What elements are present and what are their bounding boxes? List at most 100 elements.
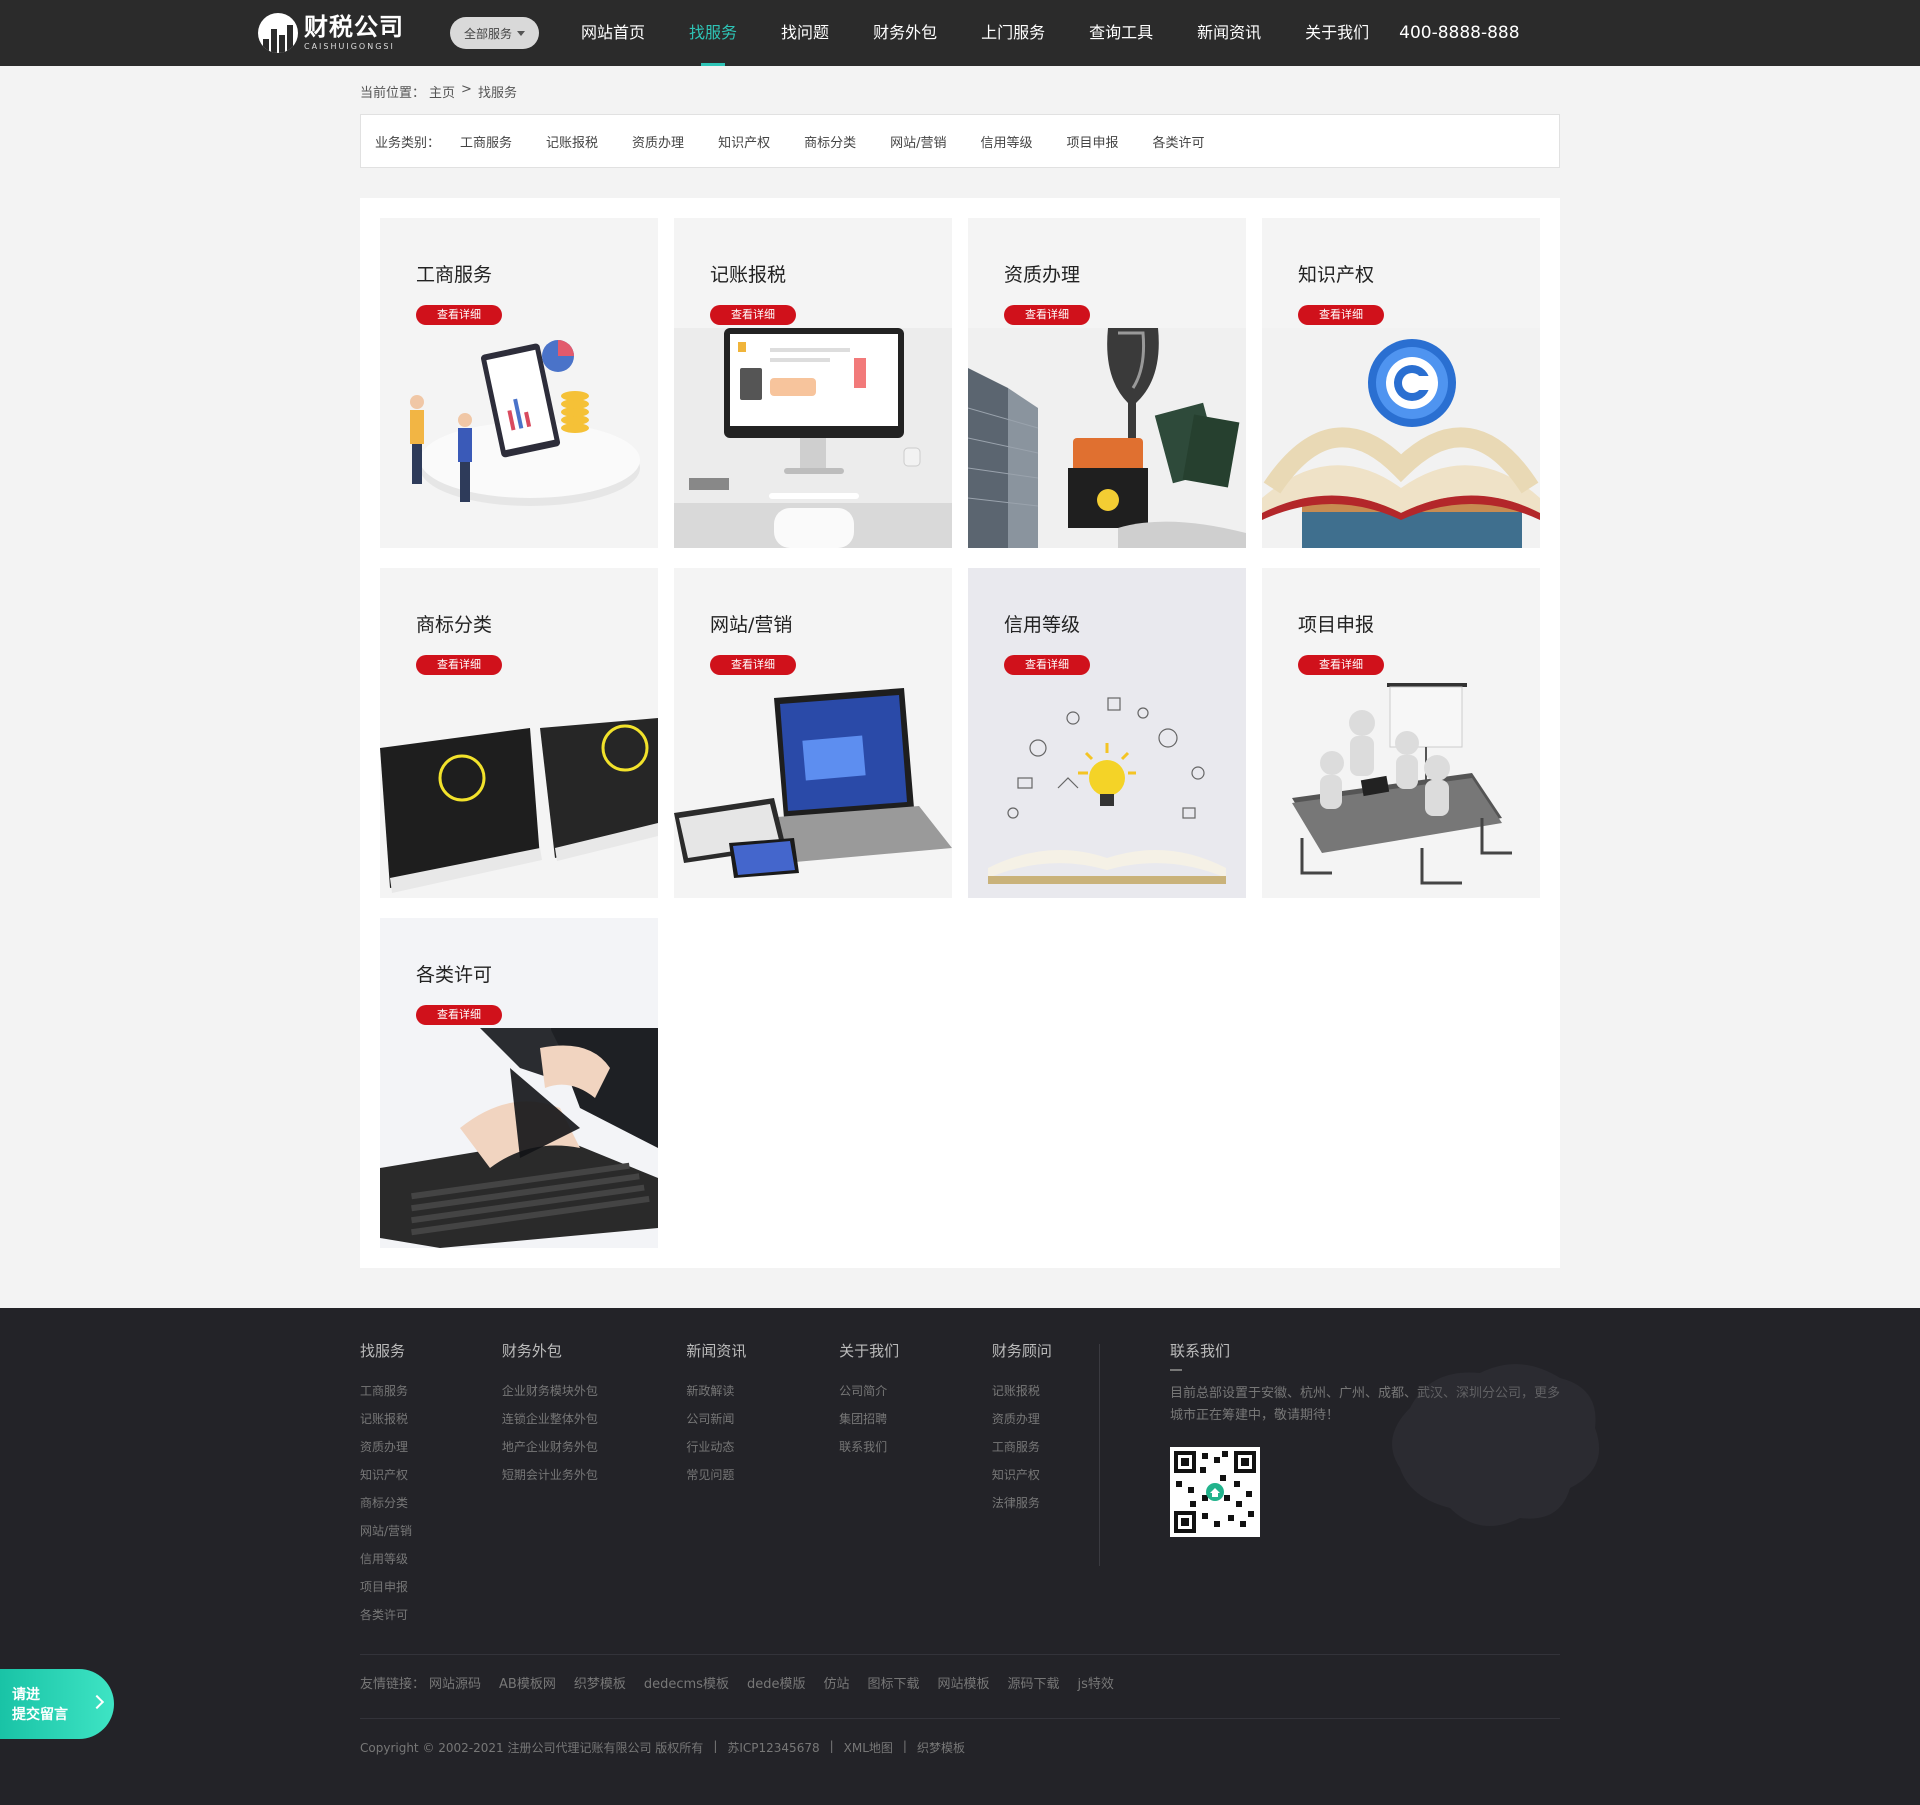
friend-link[interactable]: dedecms模板: [644, 1673, 729, 1692]
footer-link[interactable]: 项目申报: [360, 1573, 502, 1601]
copyright-bar: Copyright © 2002-2021 注册公司代理记账有限公司 版权所有 …: [360, 1718, 1560, 1756]
card-title: 资质办理: [1004, 264, 1081, 286]
friend-link[interactable]: 网站模板: [938, 1673, 990, 1692]
friend-link[interactable]: AB模板网: [499, 1673, 556, 1692]
view-details-button[interactable]: 查看详细: [710, 655, 796, 675]
filter-item-credit[interactable]: 信用等级: [980, 132, 1032, 151]
footer-link[interactable]: 工商服务: [360, 1377, 502, 1405]
breadcrumb-separator: >: [461, 82, 472, 97]
nav-home[interactable]: 网站首页: [559, 0, 667, 66]
logo-text-en: CAISHUIGONGSI: [304, 42, 395, 51]
footer-link[interactable]: 网站/营销: [360, 1517, 502, 1545]
filter-item-website[interactable]: 网站/营销: [890, 132, 946, 151]
footer-link[interactable]: 各类许可: [360, 1601, 502, 1629]
friend-link[interactable]: 源码下载: [1008, 1673, 1060, 1692]
card-title: 各类许可: [416, 964, 493, 986]
service-card-license[interactable]: 各类许可 查看详细: [380, 918, 658, 1248]
service-card-trademark[interactable]: 商标分类 查看详细: [380, 568, 658, 898]
friend-link[interactable]: 织梦模板: [574, 1673, 626, 1692]
filter-item-project[interactable]: 项目申报: [1067, 132, 1119, 151]
filter-item-business[interactable]: 工商服务: [460, 132, 512, 151]
footer-link[interactable]: 公司简介: [839, 1377, 992, 1405]
china-map-icon: [1392, 1364, 1600, 1526]
icp-link[interactable]: 苏ICP12345678: [727, 1739, 819, 1756]
footer-link[interactable]: 集团招聘: [839, 1405, 992, 1433]
footer-link[interactable]: 行业动态: [686, 1433, 839, 1461]
view-details-button[interactable]: 查看详细: [416, 655, 502, 675]
card-title: 工商服务: [416, 264, 493, 286]
friend-link[interactable]: js特效: [1078, 1673, 1114, 1692]
filter-label: 业务类别：: [375, 135, 441, 151]
dede-template-link[interactable]: 织梦模板: [917, 1739, 965, 1756]
footer-col-title: 关于我们: [839, 1342, 900, 1360]
friend-link[interactable]: 网站源码: [429, 1673, 481, 1692]
xml-sitemap-link[interactable]: XML地图: [844, 1739, 893, 1756]
view-details-button[interactable]: 查看详细: [710, 305, 796, 325]
qr-code: [1169, 1447, 1260, 1537]
nav-finance-outsourcing[interactable]: 财务外包: [851, 0, 959, 66]
friend-link[interactable]: dede模版: [747, 1673, 806, 1692]
filter-item-bookkeeping[interactable]: 记账报税: [546, 132, 598, 151]
footer-link[interactable]: 商标分类: [360, 1489, 502, 1517]
footer-link[interactable]: 知识产权: [360, 1461, 502, 1489]
main-content: 当前位置： 主页 > 找服务 业务类别： 工商服务 记账报税 资质办理 知识产权…: [360, 66, 1560, 1268]
all-services-dropdown[interactable]: 全部服务: [450, 17, 540, 49]
service-card-project[interactable]: 项目申报 查看详细: [1262, 568, 1540, 898]
footer-link[interactable]: 记账报税: [360, 1405, 502, 1433]
nav-news[interactable]: 新闻资讯: [1175, 0, 1283, 66]
view-details-button[interactable]: 查看详细: [1298, 655, 1384, 675]
footer-link[interactable]: 短期会计业务外包: [502, 1461, 687, 1489]
footer-link[interactable]: 知识产权: [992, 1461, 1099, 1489]
service-card-bookkeeping[interactable]: 记账报税 查看详细: [674, 218, 952, 548]
footer-col-title: 财务顾问: [991, 1342, 1052, 1360]
site-logo[interactable]: 财税公司 CAISHUIGONGSI: [258, 10, 428, 56]
trademark-books-illustration: [380, 718, 658, 893]
view-details-button[interactable]: 查看详细: [416, 305, 502, 325]
service-card-credit[interactable]: 信用等级 查看详细: [968, 568, 1246, 898]
friend-link[interactable]: 仿站: [823, 1673, 849, 1692]
footer-link[interactable]: 常见问题: [686, 1461, 839, 1489]
service-card-website[interactable]: 网站/营销 查看详细: [674, 568, 952, 898]
nav-onsite-service[interactable]: 上门服务: [959, 0, 1067, 66]
footer-link[interactable]: 资质办理: [992, 1405, 1099, 1433]
footer-link[interactable]: 公司新闻: [686, 1405, 839, 1433]
view-details-button[interactable]: 查看详细: [1004, 655, 1090, 675]
breadcrumb-home[interactable]: 主页: [429, 82, 455, 114]
service-card-ip[interactable]: 知识产权 查看详细: [1262, 218, 1540, 548]
footer-link[interactable]: 工商服务: [992, 1433, 1099, 1461]
service-card-business[interactable]: 工商服务 查看详细: [380, 218, 658, 548]
footer-link[interactable]: 资质办理: [360, 1433, 502, 1461]
footer-link[interactable]: 地产企业财务外包: [502, 1433, 687, 1461]
footer-link[interactable]: 连锁企业整体外包: [502, 1405, 687, 1433]
nav-find-question[interactable]: 找问题: [759, 0, 851, 66]
footer-link[interactable]: 法律服务: [992, 1489, 1099, 1517]
footer-link[interactable]: 新政解读: [686, 1377, 839, 1405]
lightbulb-book-illustration: [988, 697, 1226, 884]
filter-item-trademark[interactable]: 商标分类: [804, 132, 856, 151]
view-details-button[interactable]: 查看详细: [1298, 305, 1384, 325]
footer-divider: [1099, 1344, 1100, 1566]
filter-item-license[interactable]: 各类许可: [1153, 132, 1205, 151]
submit-message-button[interactable]: 请进 提交留言: [0, 1669, 114, 1739]
view-details-button[interactable]: 查看详细: [1004, 305, 1090, 325]
card-title: 记账报税: [710, 264, 787, 286]
copyright-separator: |: [829, 1739, 834, 1753]
service-card-qualification[interactable]: 资质办理 查看详细: [968, 218, 1246, 548]
view-details-button[interactable]: 查看详细: [416, 1005, 502, 1025]
card-title: 商标分类: [416, 614, 493, 636]
footer-col-news: 新闻资讯 新政解读 公司新闻 行业动态 常见问题: [686, 1340, 839, 1629]
nav-query-tools[interactable]: 查询工具: [1067, 0, 1175, 66]
filter-item-qualification[interactable]: 资质办理: [632, 132, 684, 151]
qr-code-icon: [1173, 1451, 1256, 1533]
footer-col-about: 关于我们 公司简介 集团招聘 联系我们: [839, 1340, 992, 1629]
card-title: 信用等级: [1004, 614, 1081, 636]
filter-item-ip[interactable]: 知识产权: [718, 132, 770, 151]
footer-link[interactable]: 记账报税: [992, 1377, 1099, 1405]
nav-about[interactable]: 关于我们: [1283, 0, 1391, 66]
footer-link[interactable]: 联系我们: [839, 1433, 992, 1461]
footer-link[interactable]: 信用等级: [360, 1545, 502, 1573]
nav-find-service[interactable]: 找服务: [667, 0, 759, 66]
footer-link[interactable]: 企业财务模块外包: [502, 1377, 687, 1405]
friend-link[interactable]: 图标下载: [867, 1673, 919, 1692]
breadcrumb-current[interactable]: 找服务: [478, 82, 517, 114]
